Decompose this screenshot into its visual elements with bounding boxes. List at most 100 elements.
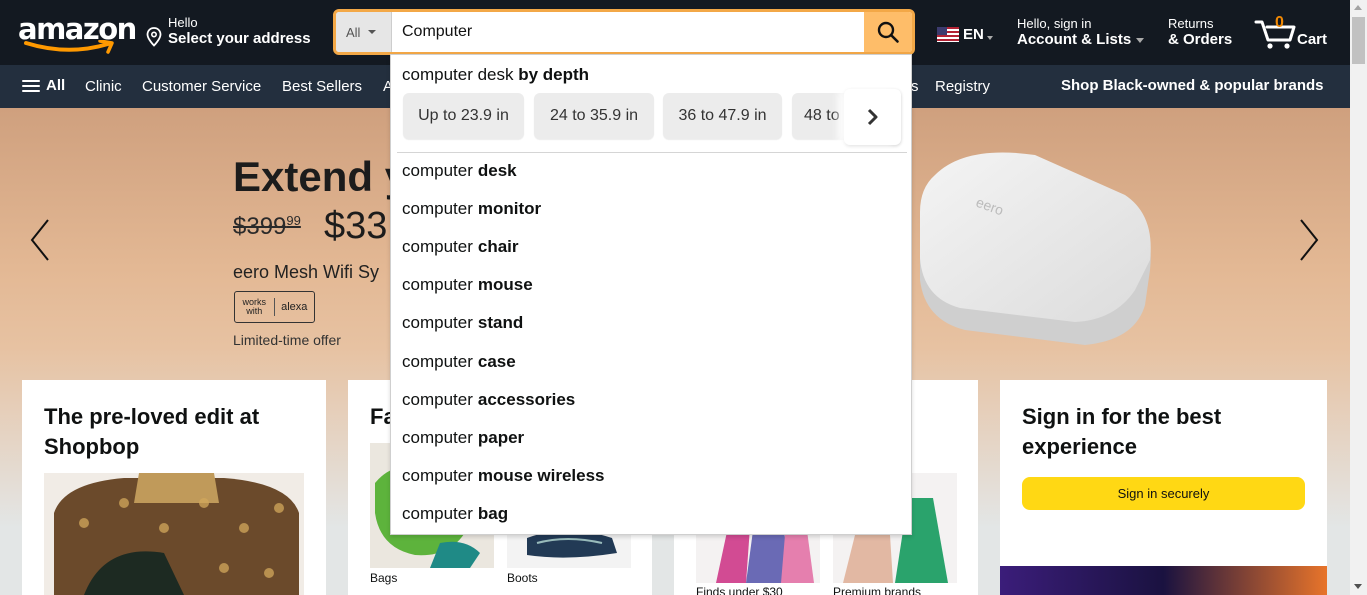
scrollbar-thumb[interactable]	[1352, 17, 1365, 64]
location-pin-icon	[146, 27, 162, 47]
suggestion-item[interactable]: computer stand	[391, 304, 911, 342]
suggestion-item[interactable]: computer paper	[391, 419, 911, 457]
cart-label: Cart	[1297, 31, 1328, 48]
card-title: Sign in for the best experience	[1022, 404, 1222, 459]
orders-label: & Orders	[1168, 31, 1233, 48]
page-scrollbar[interactable]	[1350, 0, 1367, 595]
account-greeting: Hello, sign in	[1017, 16, 1092, 31]
hero-subtitle: eero Mesh Wifi Sy	[233, 262, 380, 282]
depth-chip-3[interactable]: 36 to 47.9 in	[663, 93, 782, 139]
us-flag-icon	[937, 27, 959, 42]
chevron-right-icon	[867, 108, 877, 126]
suggestion-bold: desk	[477, 161, 517, 180]
returns-label: Returns	[1168, 16, 1214, 31]
search-bar: All	[333, 9, 915, 55]
eero-router-image[interactable]: eero	[905, 140, 1165, 360]
hero-old-price-dollars: $399	[233, 213, 287, 240]
badge-works-with: works with	[235, 298, 275, 316]
suggestion-bold: chair	[477, 237, 519, 256]
handbag-image[interactable]	[44, 473, 304, 595]
suggestion-item[interactable]: computer monitor	[391, 190, 911, 228]
nav-all-menu[interactable]: All	[22, 77, 65, 94]
search-button[interactable]	[864, 12, 912, 52]
suggestion-bold: accessories	[477, 390, 576, 409]
hero-title: Extend y	[233, 153, 409, 200]
account-and-lists[interactable]: Hello, sign in Account & Lists	[1017, 16, 1145, 49]
suggestion-prefix: computer	[402, 504, 473, 523]
nav-all-label: All	[46, 77, 66, 94]
chevron-down-icon	[368, 30, 377, 34]
nav-promo-link[interactable]: Shop Black-owned & popular brands	[1061, 77, 1324, 94]
hero-new-price: $33	[324, 205, 388, 247]
cart-count: 0	[1275, 14, 1284, 31]
carousel-prev-icon[interactable]	[28, 216, 52, 264]
search-input[interactable]	[393, 12, 865, 52]
hero-offer-text: Limited-time offer	[233, 332, 341, 348]
suggestion-prefix: computer	[402, 352, 473, 371]
depth-chip-2[interactable]: 24 to 35.9 in	[534, 93, 654, 139]
cart-button[interactable]: 0 Cart	[1254, 14, 1334, 52]
suggestion-prefix: computer	[402, 161, 473, 180]
caption-bags[interactable]: Bags	[370, 571, 397, 585]
deliver-select-address: Select your address	[168, 30, 311, 47]
search-icon	[877, 21, 899, 43]
scroll-down-icon[interactable]	[1354, 584, 1362, 589]
refinement-prefix: computer desk	[402, 65, 514, 84]
suggestion-bold: paper	[477, 428, 525, 447]
caption-premium-brands[interactable]: Premium brands	[833, 585, 921, 595]
search-category-select[interactable]: All	[336, 12, 392, 52]
card-title: The pre-loved edit at Shopbop	[44, 404, 260, 459]
suggestion-item[interactable]: computer accessories	[391, 381, 911, 419]
nav-item-partial-right[interactable]: s	[911, 78, 919, 95]
returns-and-orders[interactable]: Returns & Orders	[1168, 16, 1232, 49]
badge-alexa: alexa	[281, 300, 308, 313]
refinement-bold: by depth	[518, 65, 590, 84]
suggestion-item[interactable]: computer bag	[391, 495, 911, 533]
language-code: EN	[963, 26, 984, 43]
chevron-down-icon	[986, 35, 993, 40]
nav-item-best-sellers[interactable]: Best Sellers	[282, 78, 362, 95]
language-selector[interactable]: EN	[937, 26, 993, 43]
account-lists-label: Account & Lists	[1017, 31, 1132, 48]
nav-item-registry[interactable]: Registry	[935, 78, 990, 95]
suggestion-item[interactable]: computer chair	[391, 228, 911, 266]
suggestion-item[interactable]: computer mouse	[391, 266, 911, 304]
suggestion-bold: monitor	[477, 199, 542, 218]
suggestion-prefix: computer	[402, 199, 473, 218]
suggestion-prefix: computer	[402, 428, 473, 447]
suggestion-prefix: computer	[402, 313, 473, 332]
deliver-hello: Hello	[168, 15, 198, 30]
suggestion-prefix: computer	[402, 237, 473, 256]
nav-item-clinic[interactable]: Clinic	[85, 78, 122, 95]
promo-banner-image[interactable]	[1000, 566, 1327, 595]
chevron-down-icon	[1136, 37, 1145, 43]
nav-item-customer-service[interactable]: Customer Service	[142, 78, 261, 95]
suggestion-refinement-header: computer desk by depth	[402, 65, 589, 85]
depth-chip-1[interactable]: Up to 23.9 in	[403, 93, 524, 139]
caption-finds-under-30[interactable]: Finds under $30	[696, 585, 783, 595]
suggestion-bold: case	[477, 352, 516, 371]
sign-in-securely-button[interactable]: Sign in securely	[1022, 477, 1305, 510]
card-sign-in: Sign in for the best experience Sign in …	[1000, 380, 1327, 595]
suggestion-item[interactable]: computer mouse wireless	[391, 457, 911, 495]
suggestion-bold: stand	[477, 313, 524, 332]
suggestion-prefix: computer	[402, 390, 473, 409]
suggestion-bold: mouse wireless	[477, 466, 605, 485]
suggestion-prefix: computer	[402, 466, 473, 485]
amazon-logo[interactable]: amazon	[18, 12, 137, 54]
card-shopbop: The pre-loved edit at Shopbop	[22, 380, 326, 595]
chips-next-button[interactable]	[844, 89, 901, 145]
carousel-next-icon[interactable]	[1297, 216, 1321, 264]
suggestion-prefix: computer	[402, 275, 473, 294]
search-category-label: All	[346, 24, 361, 40]
works-with-alexa-badge: works with alexa	[234, 291, 315, 323]
suggestion-item[interactable]: computer desk	[391, 152, 911, 190]
suggestion-item[interactable]: computer case	[391, 343, 911, 381]
hero-old-price: $39999	[233, 213, 301, 241]
suggestion-bold: bag	[477, 504, 509, 523]
scroll-up-icon[interactable]	[1354, 5, 1362, 10]
caption-boots[interactable]: Boots	[507, 571, 538, 585]
suggestion-bold: mouse	[477, 275, 533, 294]
search-suggestions-dropdown: computer desk by depth Up to 23.9 in 24 …	[390, 54, 912, 535]
hero-old-price-cents: 99	[286, 213, 301, 228]
